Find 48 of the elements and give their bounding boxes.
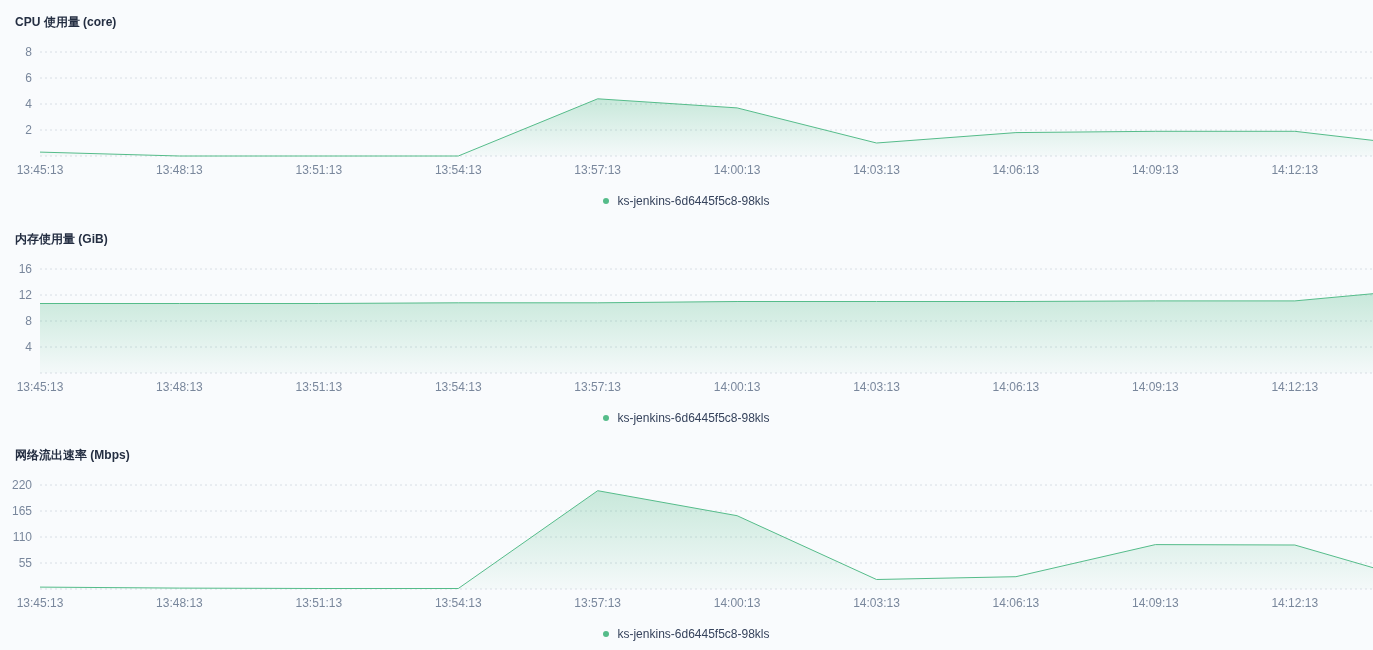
x-tick-label: 14:12:13 bbox=[1271, 596, 1319, 611]
y-tick-label: 8 bbox=[25, 313, 32, 328]
x-tick-label: 13:48:13 bbox=[156, 163, 203, 177]
y-tick-label: 6 bbox=[25, 71, 32, 85]
x-tick-label: 13:48:13 bbox=[156, 596, 203, 611]
x-tick-label: 14:12:13 bbox=[1271, 163, 1319, 177]
x-tick-label: 13:51:13 bbox=[295, 163, 343, 177]
y-tick-label: 16 bbox=[18, 261, 32, 276]
x-tick-label: 14:03:13 bbox=[853, 163, 900, 177]
y-tick-label: 4 bbox=[25, 339, 32, 354]
x-tick-label: 13:51:13 bbox=[295, 379, 343, 394]
y-tick-label: 55 bbox=[18, 556, 32, 571]
x-tick-label: 13:51:13 bbox=[295, 596, 343, 611]
x-tick-label: 14:09:13 bbox=[1132, 596, 1179, 611]
chart-title: 内存使用量 (GiB) bbox=[15, 230, 108, 247]
x-tick-label: 14:09:13 bbox=[1132, 379, 1179, 394]
chart-title: CPU 使用量 (core) bbox=[15, 14, 117, 30]
x-tick-label: 13:48:13 bbox=[156, 379, 203, 394]
x-tick-label: 14:03:13 bbox=[853, 596, 900, 611]
legend-label: ks-jenkins-6d6445f5c8-98kls bbox=[617, 409, 770, 426]
x-tick-label: 14:00:13 bbox=[713, 163, 761, 177]
x-tick-label: 13:45:13 bbox=[16, 163, 64, 177]
x-tick-label: 13:57:13 bbox=[574, 379, 622, 394]
x-tick-label: 14:09:13 bbox=[1132, 163, 1179, 177]
chart-title: 网络流出速率 (Mbps) bbox=[15, 447, 130, 464]
y-tick-label: 220 bbox=[11, 478, 32, 493]
x-tick-label: 13:45:13 bbox=[16, 596, 64, 611]
x-tick-label: 13:54:13 bbox=[434, 379, 482, 394]
y-tick-label: 8 bbox=[25, 45, 32, 59]
x-tick-label: 14:00:13 bbox=[713, 379, 761, 394]
x-tick-label: 13:45:13 bbox=[16, 379, 64, 394]
legend-label: ks-jenkins-6d6445f5c8-98kls bbox=[617, 626, 770, 643]
legend-label: ks-jenkins-6d6445f5c8-98kls bbox=[617, 193, 770, 209]
x-tick-label: 13:57:13 bbox=[574, 596, 622, 611]
y-tick-label: 2 bbox=[25, 123, 32, 137]
y-tick-label: 4 bbox=[25, 97, 32, 111]
x-tick-label: 14:06:13 bbox=[992, 163, 1040, 177]
y-tick-label: 165 bbox=[11, 504, 32, 519]
x-tick-label: 14:00:13 bbox=[713, 596, 761, 611]
y-tick-label: 110 bbox=[12, 530, 32, 545]
x-tick-label: 14:06:13 bbox=[992, 379, 1040, 394]
x-tick-label: 13:54:13 bbox=[434, 163, 482, 177]
y-tick-label: 12 bbox=[18, 287, 32, 302]
x-tick-label: 13:54:13 bbox=[434, 596, 482, 611]
x-tick-label: 14:12:13 bbox=[1271, 379, 1319, 394]
x-tick-label: 14:03:13 bbox=[853, 379, 900, 394]
x-tick-label: 13:57:13 bbox=[574, 163, 622, 177]
x-tick-label: 14:06:13 bbox=[992, 596, 1040, 611]
